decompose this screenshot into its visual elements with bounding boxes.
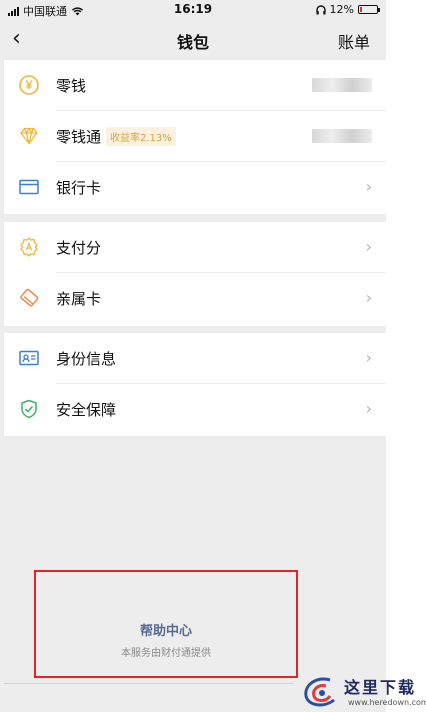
chevron-right-icon: › (365, 177, 372, 196)
id-card-icon (19, 350, 39, 366)
row-identity-label: 身份信息 (56, 350, 117, 368)
row-bank-card[interactable]: 银行卡 › (4, 162, 386, 213)
row-pay-score[interactable]: 支付分 › (4, 222, 386, 273)
row-pay-score-label: 支付分 (56, 239, 102, 257)
chevron-right-icon: › (365, 288, 372, 307)
wechat-wallet-screen: 中国联通 16:19 12% ‹ 钱包 账单 零钱 零钱通 收益率2.13% 银… (0, 0, 386, 712)
service-provider-note: 本服务由财付通提供 (121, 648, 211, 659)
status-bar: 中国联通 16:19 12% (0, 0, 386, 20)
watermark-text: 这里下载 (344, 678, 417, 697)
row-bank-card-label: 银行卡 (56, 179, 102, 197)
yield-badge: 收益率2.13% (106, 127, 176, 146)
watermark-url: www.heredown.com (348, 698, 426, 707)
watermark-logo-icon (304, 677, 335, 707)
help-center-link[interactable]: 帮助中心 (36, 620, 296, 639)
row-family-card-label: 亲属卡 (56, 290, 102, 308)
chevron-right-icon: › (365, 348, 372, 367)
page-title: 钱包 (176, 33, 209, 52)
yen-coin-icon (19, 75, 39, 95)
battery-icon (358, 5, 380, 14)
wallet-group-services: 支付分 › 亲属卡 › (4, 222, 386, 326)
wallet-group-account: 身份信息 › 安全保障 › (4, 333, 386, 436)
headphones-icon (315, 4, 326, 14)
row-lingqiantong-label: 零钱通 (56, 128, 102, 146)
row-security[interactable]: 安全保障 › (4, 384, 386, 435)
lingqiantong-balance-blurred (312, 129, 372, 143)
row-security-label: 安全保障 (56, 401, 117, 419)
bank-card-icon (19, 179, 39, 195)
row-change[interactable]: 零钱 (4, 60, 386, 111)
bill-button[interactable]: 账单 (338, 29, 370, 53)
chevron-right-icon: › (365, 399, 372, 418)
score-shield-icon (20, 237, 38, 257)
row-family-card[interactable]: 亲属卡 › (4, 273, 386, 324)
wallet-group-funds: 零钱 零钱通 收益率2.13% 银行卡 › (4, 60, 386, 214)
nav-bar: ‹ 钱包 账单 (0, 20, 386, 58)
change-balance-blurred (312, 78, 372, 92)
battery-percent: 12% (329, 3, 354, 16)
family-card-icon (20, 288, 39, 307)
diamond-icon (20, 127, 38, 145)
row-identity[interactable]: 身份信息 › (4, 333, 386, 384)
help-center-highlight: 帮助中心 本服务由财付通提供 (34, 570, 298, 678)
chevron-right-icon: › (365, 237, 372, 256)
row-change-label: 零钱 (56, 77, 87, 95)
row-lingqiantong[interactable]: 零钱通 收益率2.13% (4, 111, 386, 162)
bottom-divider (4, 683, 294, 684)
shield-check-icon (21, 399, 37, 419)
status-right: 12% (315, 3, 380, 16)
site-watermark: 这里下载 www.heredown.com (298, 672, 426, 712)
